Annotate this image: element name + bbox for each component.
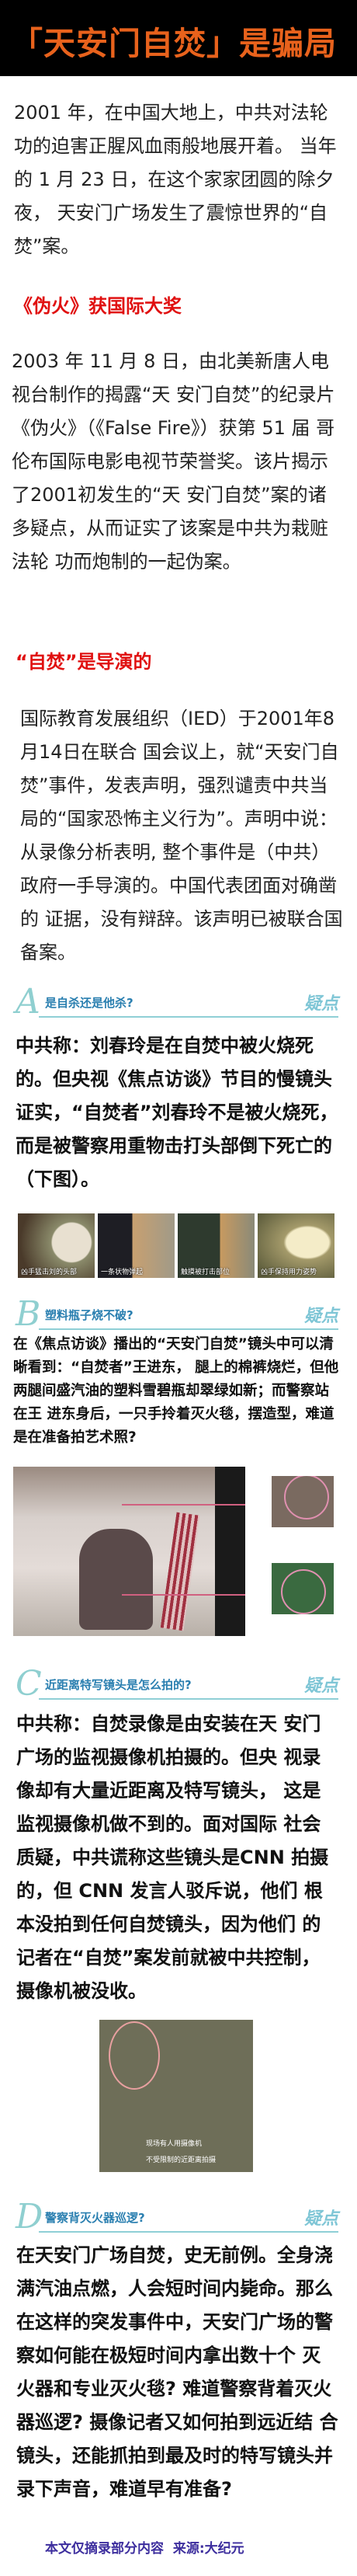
question-letter: A [16,982,40,1022]
staged-paragraph: 国际教育发展组织（IED）于2001年8月14日在联合 国会议上，就“天安门自焚… [20,708,343,963]
intro-paragraph: 2001 年，在中国大地上，中共对法轮功的迫害正腥风血雨般地展开着。 当年的 1… [14,102,337,257]
question-title: 塑料瓶子烧不破? [45,1308,133,1322]
photo-thumbnail: 触摸被打击部位 [178,1213,255,1278]
figure-shape [79,1529,153,1630]
section-heading-false-fire: 《伪火》获国际大奖 [14,295,182,317]
question-header-c: C 近距离特写镜头是怎么拍的? 疑点 [14,1664,338,1704]
question-d-body: 在天安门广场自焚，史无前例。全身浇满汽油点燃，人会短时间内毙命。那么在这样的突发… [16,2244,338,2500]
question-title: 警察背灭火器巡逻? [45,2211,145,2225]
question-letter: C [16,1664,42,1704]
question-b-body: 在《焦点访谈》播出的“天安门自焚”镜头中可以清晰看到：“自焚者”王进东， 腿上的… [13,1336,339,1446]
article-title: 「天安门自焚」是骗局 [11,25,337,62]
photo-thumbnail: 一条状物弹起 [98,1213,175,1278]
divider [39,2231,338,2233]
question-title: 近距离特写镜头是怎么拍的? [45,1678,192,1692]
pointer-line [122,1594,245,1596]
source-footer: 本文仅摘录部分内容 来源:大纪元 [45,2541,244,2557]
photo-camera-operator: 现场有人用摄像机 不受限制的近距离拍摄 [99,2020,253,2172]
divider [39,1016,338,1018]
highlight-circle [109,2021,160,2090]
photo-caption: 不受限制的近距离拍摄 [146,2157,217,2164]
question-c-body: 中共称：自焚录像是由安装在天 安门广场的监视摄像机拍摄的。但央 视录像却有大量近… [16,1713,329,2002]
question-tag: 疑点 [303,1307,338,1326]
section-heading-staged: “自焚”是导演的 [16,651,152,673]
inset-photo-bottle [272,1563,334,1614]
highlight-circle [281,1569,326,1614]
photo-thumbnail: 凶手保持用力姿势 [258,1213,334,1278]
inset-photo-head [272,1476,334,1527]
police-leg-shape [215,1467,245,1636]
question-header-b: B 塑料瓶子烧不破? 疑点 [14,1294,338,1334]
photo-self-immolator [13,1467,245,1636]
pointer-line [122,1504,245,1506]
question-letter: B [16,1294,41,1334]
title-banner: 「天安门自焚」是骗局 [0,0,357,76]
question-header-d: D 警察背灭火器巡逻? 疑点 [14,2197,338,2237]
question-tag: 疑点 [303,2209,338,2229]
false-fire-paragraph: 2003 年 11 月 8 日，由北美新唐人电视台制作的揭露“天 安门自焚”的纪… [12,350,335,573]
question-tag: 疑点 [303,1676,338,1696]
article-page: 「天安门自焚」是骗局 2001 年，在中国大地上，中共对法轮功的迫害正腥风血雨般… [0,0,357,2576]
question-title: 是自杀还是他杀? [45,996,133,1010]
photo-caption: 现场有人用摄像机 [146,2140,203,2148]
question-header-a: A 是自杀还是他杀? 疑点 [14,982,338,1022]
question-a-body: 中共称：刘春玲是在自焚中被火烧死的。但央视《焦点访谈》节目的慢镜头证实，“自焚者… [16,1035,338,1190]
fire-blanket-shape [160,1512,200,1631]
divider [39,1328,338,1330]
question-tag: 疑点 [303,994,338,1014]
photo-thumbnail: 凶手猛击刘的头部 [18,1213,95,1278]
highlight-circle [284,1476,329,1519]
divider [39,1698,338,1700]
